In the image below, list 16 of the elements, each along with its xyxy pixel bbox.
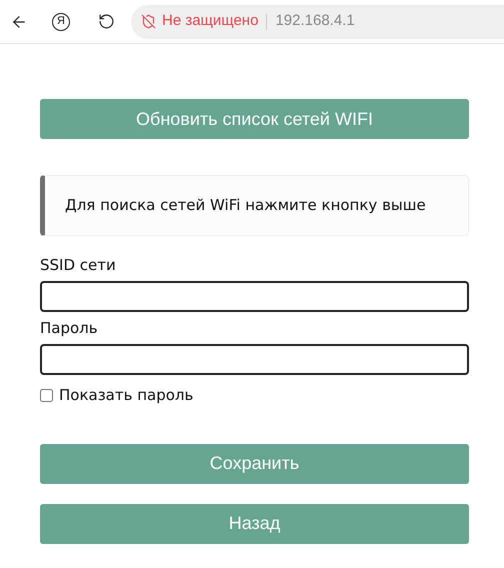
shield-crossed-icon (141, 14, 156, 29)
notice-text: Для поиска сетей WiFi нажмите кнопку выше (65, 195, 426, 216)
refresh-networks-button[interactable]: Обновить список сетей WIFI (40, 99, 469, 139)
address-bar[interactable]: Не защищено 192.168.4.1 (131, 4, 504, 38)
security-label: Не защищено (162, 11, 258, 32)
text-field[interactable] (40, 344, 469, 375)
field-label: SSID сети (40, 256, 117, 274)
address-text: 192.168.4.1 (275, 11, 355, 32)
text-field[interactable] (40, 281, 469, 312)
checkbox-label: Показать пароль (59, 385, 194, 406)
save-button[interactable]: Сохранить (40, 444, 469, 484)
reload-icon[interactable] (98, 13, 115, 30)
field-label: Пароль (40, 319, 99, 337)
back-button[interactable]: Назад (40, 504, 469, 544)
browser-logo-icon[interactable]: Я (52, 12, 70, 30)
show-password-checkbox[interactable] (40, 388, 53, 402)
